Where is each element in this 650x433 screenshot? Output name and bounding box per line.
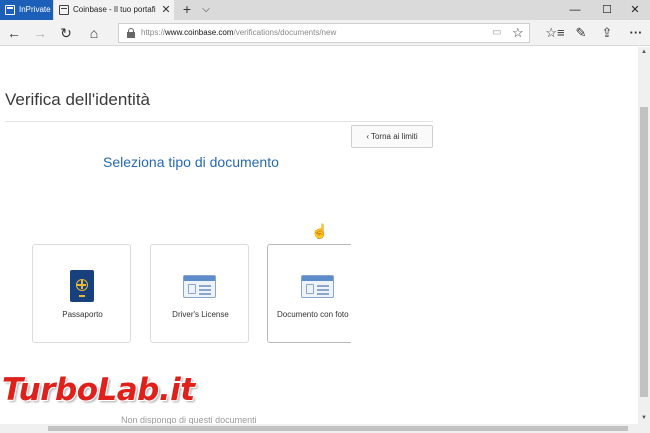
horizontal-scrollbar[interactable] xyxy=(0,424,650,433)
back-to-limits-button[interactable]: ‹ Torna ai limiti xyxy=(351,125,433,148)
tab-close-icon[interactable]: ✕ xyxy=(160,0,172,20)
tab-strip: InPrivate Coinbase - Il tuo portafi ✕ + … xyxy=(0,0,650,20)
chevron-left-icon: ‹ xyxy=(366,132,369,141)
inprivate-badge: InPrivate xyxy=(0,0,53,20)
minimize-button[interactable]: — xyxy=(560,0,590,20)
vertical-scrollbar[interactable]: ▲ ▼ xyxy=(638,47,650,424)
document-card-label: Driver's License xyxy=(172,310,229,319)
back-to-limits-label: Torna ai limiti xyxy=(370,132,418,141)
horizontal-scroll-thumb[interactable] xyxy=(48,426,628,431)
section-heading: Seleziona tipo di documento xyxy=(103,154,279,170)
document-card-photo-id[interactable]: Documento con foto xyxy=(267,244,351,343)
no-documents-link[interactable]: Non dispongo di questi documenti xyxy=(121,415,257,424)
scroll-up-icon[interactable]: ▲ xyxy=(638,47,650,57)
scroll-down-icon[interactable]: ▼ xyxy=(638,413,650,423)
navigation-bar: ← → ↻ ⌂ https://www.coinbase.com/verific… xyxy=(0,20,650,46)
favorites-hub-icon[interactable]: ☆≡ xyxy=(543,20,567,46)
hand-cursor-icon: ☝ xyxy=(311,223,329,239)
document-card-drivers-license[interactable]: Driver's License xyxy=(150,244,249,343)
document-card-label: Documento con foto xyxy=(277,310,349,319)
page-title: Verifica dell'identità xyxy=(5,90,150,109)
id-card-icon xyxy=(301,275,334,298)
url-text[interactable]: https://www.coinbase.com/verifications/d… xyxy=(141,24,336,42)
passport-icon xyxy=(70,270,94,302)
lock-icon[interactable] xyxy=(127,28,135,38)
id-card-icon xyxy=(183,275,216,298)
tab-coinbase[interactable]: Coinbase - Il tuo portafi xyxy=(54,0,174,20)
document-card-passport[interactable]: Passaporto xyxy=(32,244,131,343)
maximize-button[interactable]: ☐ xyxy=(592,0,622,20)
title-divider xyxy=(5,121,433,122)
vertical-scroll-thumb[interactable] xyxy=(640,107,648,397)
web-notes-icon[interactable]: ✎ xyxy=(569,20,593,46)
watermark-logo: TurboLab.it xyxy=(2,372,195,408)
document-card-label: Passaporto xyxy=(62,310,103,319)
close-window-button[interactable]: ✕ xyxy=(620,0,650,20)
reading-view-icon[interactable]: ▭ xyxy=(492,24,501,42)
back-arrow-icon[interactable]: ← xyxy=(2,20,26,46)
address-bar[interactable]: https://www.coinbase.com/verifications/d… xyxy=(118,23,530,43)
home-icon[interactable]: ⌂ xyxy=(82,20,106,46)
forward-arrow-icon[interactable]: → xyxy=(28,20,52,46)
tab-title: Coinbase - Il tuo portafi xyxy=(73,5,156,14)
page-favicon-icon xyxy=(59,5,69,15)
new-tab-icon[interactable]: + xyxy=(180,0,194,20)
refresh-icon[interactable]: ↻ xyxy=(54,20,78,46)
share-icon[interactable]: ⇪ xyxy=(595,20,619,46)
inprivate-icon xyxy=(5,5,15,15)
more-options-icon[interactable]: ··· xyxy=(624,20,648,46)
inprivate-label: InPrivate xyxy=(19,5,51,14)
favorite-star-icon[interactable]: ☆ xyxy=(512,24,524,42)
tab-list-chevron-icon[interactable]: ⌵ xyxy=(199,0,213,20)
